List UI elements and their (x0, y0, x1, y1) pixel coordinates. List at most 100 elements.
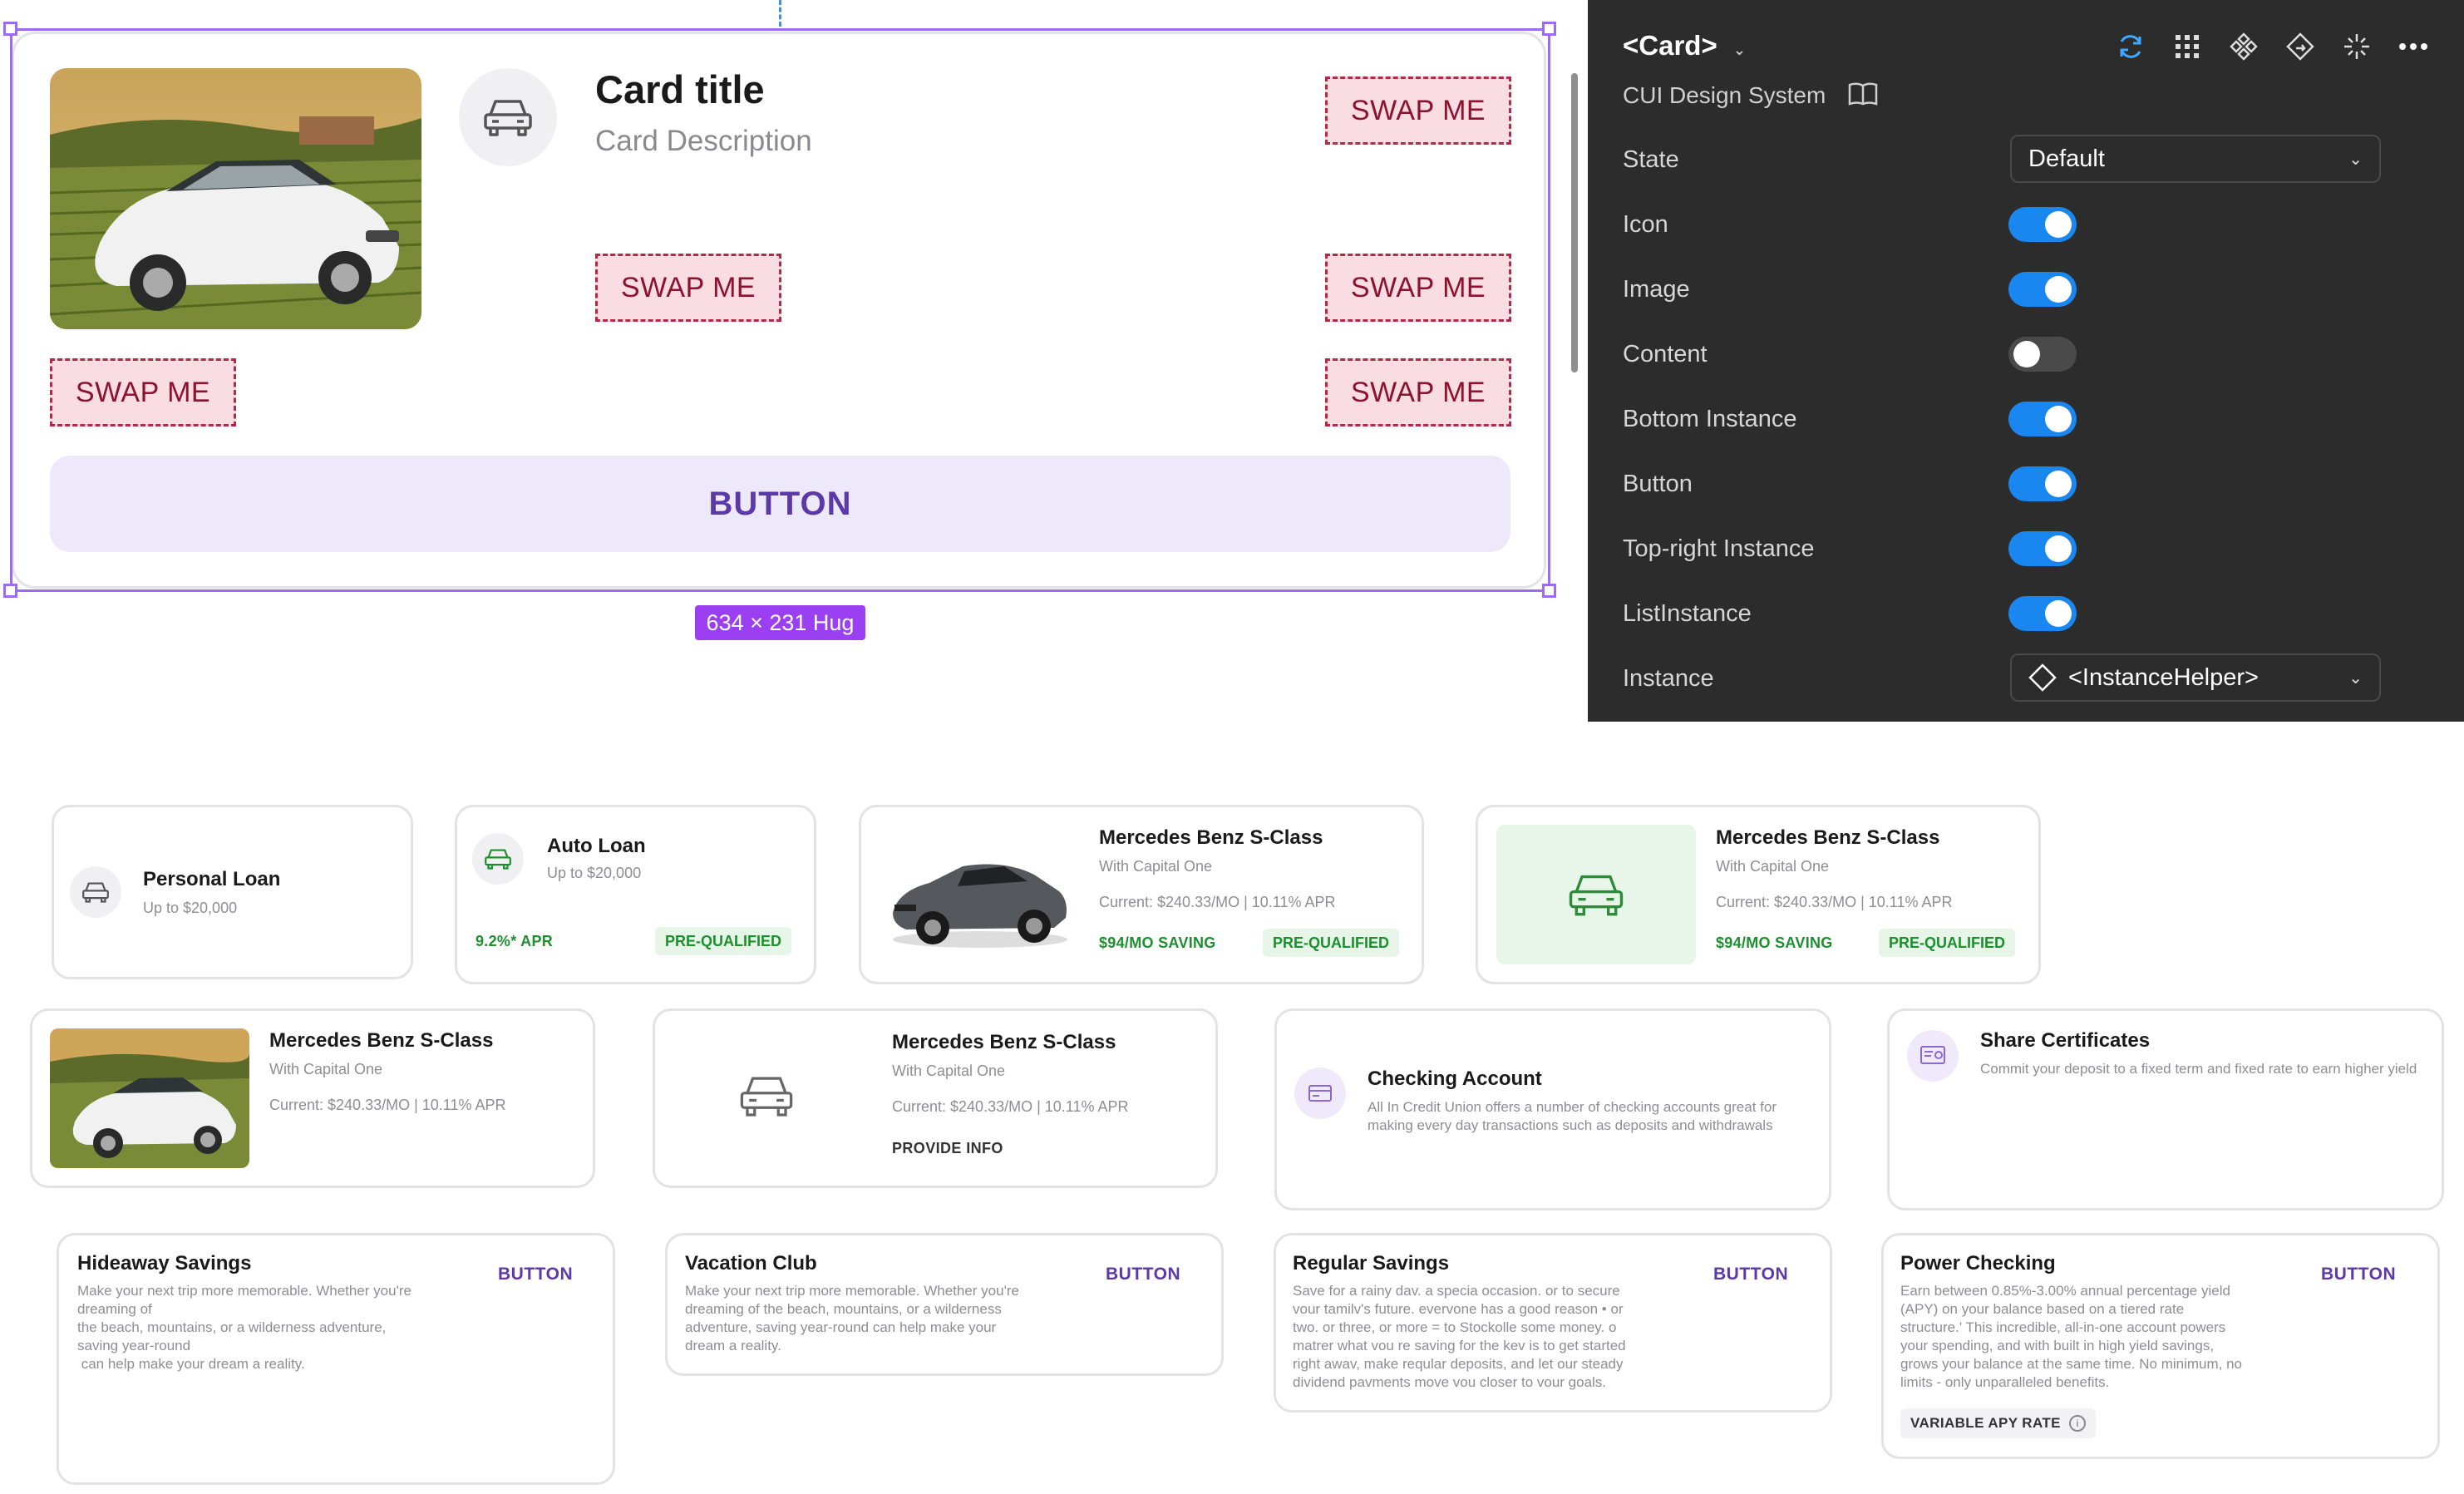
instance-diamond-icon (2028, 663, 2057, 692)
top-right-instance-toggle[interactable] (2008, 531, 2077, 566)
car-icon (738, 1072, 795, 1123)
car-icon (472, 833, 524, 885)
component-name[interactable]: <Card> ⌄ (1623, 30, 1746, 62)
center-guide-line (779, 0, 781, 27)
state-value: Default (2028, 145, 2105, 172)
component-icon[interactable] (2225, 28, 2262, 65)
image-toggle[interactable] (2008, 272, 2077, 307)
toggle-label-icon: Icon (1623, 211, 1668, 238)
body-line: Earn between 0.85%-3.00% annual percenta… (1900, 1283, 2230, 1299)
resize-handle-bottom-left[interactable] (3, 584, 17, 598)
card-title: Vacation Club (685, 1252, 817, 1275)
current-rate: Current: $240.33/MO | 10.11% APR (269, 1097, 506, 1113)
certificate-icon (1907, 1030, 1959, 1082)
body-line: Make your next trip more memorable. Whet… (685, 1283, 1019, 1299)
chevron-down-icon: ⌄ (2348, 668, 2363, 688)
book-icon[interactable] (1847, 81, 1879, 106)
current-rate: Current: $240.33/MO | 10.11% APR (892, 1098, 1129, 1115)
card-button[interactable]: BUTTON (1713, 1265, 1788, 1284)
design-system-row: CUI Design System (1623, 81, 1879, 109)
provide-info-link[interactable]: PROVIDE INFO (892, 1140, 1003, 1157)
car-icon (1569, 875, 1624, 916)
checking-card-icon (1294, 1067, 1346, 1119)
body-line: (APY) on your balance based on a tiered … (1900, 1301, 2185, 1317)
card-title: Regular Savings (1293, 1252, 1450, 1275)
car-icon (70, 866, 121, 918)
body-line: dream a reality. (685, 1338, 781, 1353)
body-line: matrer what vou re saving for the kev is… (1293, 1338, 1626, 1353)
body-line: structure.' This incredible, all-in-one … (1900, 1319, 2226, 1335)
body-line: can help make your dream a reality. (77, 1356, 305, 1372)
selection-frame (10, 28, 1550, 592)
toggle-label-top-right-instance: Top-right Instance (1623, 535, 1815, 562)
state-label: State (1623, 146, 1679, 173)
variable-apy-label: VARIABLE APY RATE (1910, 1415, 2061, 1431)
refresh-icon[interactable] (2112, 28, 2149, 65)
body-line: two. or three, or more = to Stockolle so… (1293, 1319, 1617, 1335)
card-button[interactable]: BUTTON (1106, 1265, 1180, 1284)
body-line: dreaming of the beach, mountains, or a w… (685, 1301, 1002, 1317)
saving-text: $94/MO SAVING (1099, 934, 1216, 951)
card-subtitle: With Capital One (1099, 858, 1213, 875)
component-name-label: <Card> (1623, 30, 1717, 61)
variable-apy-badge: VARIABLE APY RATE i (1900, 1408, 2096, 1438)
canvas-scrollbar[interactable] (1571, 73, 1578, 372)
card-title: Mercedes Benz S-Class (1099, 826, 1323, 849)
prequalified-badge: PRE-QUALIFIED (1879, 929, 2016, 957)
body-line: right awav, make reqular deposits, and l… (1293, 1356, 1624, 1372)
card-button[interactable]: BUTTON (498, 1265, 573, 1284)
body-line: grows your balance at the same time. No … (1900, 1356, 2243, 1372)
card-body: Make your next trip more memorable. Whet… (685, 1282, 1084, 1355)
size-badge: 634 × 231 Hug (695, 605, 865, 640)
resize-handle-top-left[interactable] (3, 22, 17, 36)
chevron-down-icon: ⌄ (2348, 150, 2363, 169)
card-title: Hideaway Savings (77, 1252, 252, 1275)
body-line: adventure, saving year-round can help ma… (685, 1319, 997, 1335)
button-toggle[interactable] (2008, 466, 2077, 501)
body-line: the beach, mountains, or a wilderness ad… (77, 1319, 387, 1335)
prequalified-badge: PRE-QUALIFIED (655, 927, 792, 955)
list-instance-toggle[interactable] (2008, 596, 2077, 631)
sparkle-icon[interactable] (2338, 28, 2375, 65)
card-title: Mercedes Benz S-Class (892, 1031, 1116, 1053)
grid-icon[interactable] (2169, 28, 2205, 65)
apr-text: 9.2%* APR (476, 933, 554, 949)
card-title: Auto Loan (547, 835, 646, 857)
instance-label: Instance (1623, 665, 1714, 692)
body-line: limits - only unparalleled benefits. (1900, 1374, 2110, 1390)
state-select[interactable]: Default ⌄ (2010, 135, 2381, 183)
card-body: Commit your deposit to a fixed term and … (1980, 1061, 2417, 1077)
share-certificates-card[interactable] (1887, 1008, 2444, 1210)
card-button[interactable]: BUTTON (2321, 1265, 2396, 1284)
icon-toggle[interactable] (2008, 207, 2077, 242)
body-line: dividend pavments move vou closer to vou… (1293, 1374, 1607, 1390)
current-rate: Current: $240.33/MO | 10.11% APR (1099, 894, 1336, 910)
body-line: vour tamilv's future. evervone has a goo… (1293, 1301, 1624, 1317)
toggle-label-image: Image (1623, 276, 1690, 303)
card-subtitle: With Capital One (269, 1061, 383, 1077)
bottom-instance-toggle[interactable] (2008, 402, 2077, 436)
card-image (50, 1028, 249, 1168)
body-line: saving year-round (77, 1338, 191, 1353)
swap-instance-icon[interactable] (2282, 28, 2319, 65)
auto-loan-card[interactable] (455, 805, 816, 984)
info-icon[interactable]: i (2068, 1415, 2086, 1432)
chevron-down-icon[interactable]: ⌄ (1733, 42, 1746, 58)
car-icon-tile (1496, 825, 1696, 964)
card-subtitle: With Capital One (1716, 858, 1830, 875)
resize-handle-bottom-right[interactable] (1542, 584, 1556, 598)
content-toggle[interactable] (2008, 337, 2077, 372)
prequalified-badge: PRE-QUALIFIED (1263, 929, 1400, 957)
resize-handle-top-right[interactable] (1542, 22, 1556, 36)
instance-select[interactable]: <InstanceHelper> ⌄ (2010, 653, 2381, 702)
card-body: Earn between 0.85%-3.00% annual percenta… (1900, 1282, 2308, 1392)
card-body: Make your next trip more memorable. Whet… (77, 1282, 476, 1373)
body-line: dreaming of (77, 1301, 152, 1317)
toggle-label-button: Button (1623, 471, 1693, 497)
body-line: Make your next trip more memorable. Whet… (77, 1283, 411, 1299)
current-rate: Current: $240.33/MO | 10.11% APR (1716, 894, 1953, 910)
toggle-label-bottom-instance: Bottom Instance (1623, 406, 1797, 432)
more-icon[interactable] (2395, 28, 2432, 65)
saving-text: $94/MO SAVING (1716, 934, 1833, 951)
instance-value: <InstanceHelper> (2068, 663, 2259, 691)
